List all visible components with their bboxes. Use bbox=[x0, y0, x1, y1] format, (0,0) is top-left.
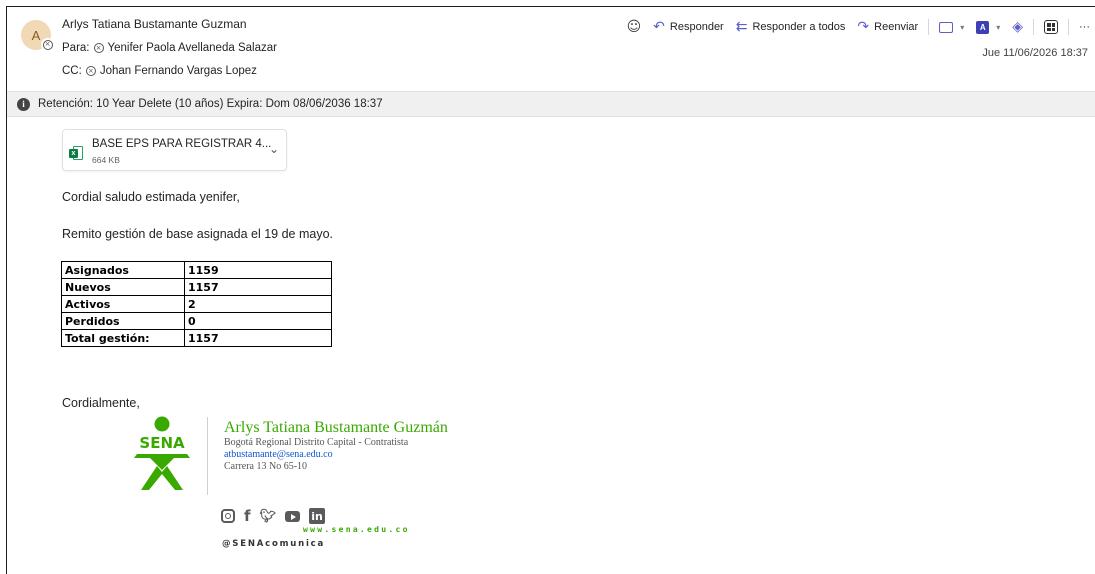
table-row: Perdidos 0 bbox=[61, 312, 332, 330]
share-window-icon bbox=[939, 21, 954, 33]
pdf-button[interactable]: A ▾ bbox=[970, 15, 1006, 39]
attachment-size: 664 KB bbox=[92, 155, 120, 165]
table-label-cell: Total gestión: bbox=[61, 329, 185, 347]
chevron-down-icon: ▾ bbox=[960, 22, 965, 32]
closing-text: Cordialmente, bbox=[62, 396, 140, 410]
table-label-cell: Activos bbox=[61, 295, 185, 313]
linkedin-icon[interactable]: in bbox=[309, 508, 326, 524]
forward-label: Reenviar bbox=[874, 21, 919, 33]
retention-bar: i Retención: 10 Year Delete (10 años) Ex… bbox=[7, 91, 1095, 117]
to-label: Para: bbox=[62, 42, 90, 54]
smiley-icon: ☺ bbox=[626, 19, 642, 35]
attachment-name: BASE EPS PARA REGISTRAR 4... bbox=[92, 138, 272, 150]
attachment-card[interactable]: x BASE EPS PARA REGISTRAR 4... 664 KB ⌄ bbox=[62, 129, 287, 171]
cc-label: CC: bbox=[62, 65, 82, 77]
signature-email-link[interactable]: atbustamante@sena.edu.co bbox=[224, 449, 333, 460]
forward-icon: ↷ bbox=[857, 19, 870, 35]
presence-badge: × bbox=[41, 38, 54, 51]
svg-text:SENA: SENA bbox=[139, 434, 185, 452]
loop-icon: ◈ bbox=[1012, 19, 1023, 35]
reply-button[interactable]: ↶ Responder bbox=[647, 15, 730, 39]
youtube-icon[interactable] bbox=[285, 510, 301, 522]
email-reading-pane: A × Arlys Tatiana Bustamante Guzman Para… bbox=[6, 6, 1095, 574]
signature-address: Carrera 13 No 65-10 bbox=[224, 461, 308, 472]
apps-grid-icon bbox=[1044, 20, 1058, 34]
social-links: f 🐦︎ in bbox=[221, 507, 326, 525]
excel-file-icon: x bbox=[69, 146, 83, 160]
forward-button[interactable]: ↷ Reenviar bbox=[851, 15, 924, 39]
cc-recipient[interactable]: Johan Fernando Vargas Lopez bbox=[100, 65, 257, 77]
cc-line: CC: × Johan Fernando Vargas Lopez bbox=[62, 65, 257, 77]
recipient-status-icon: × bbox=[93, 43, 104, 53]
table-row: Activos 2 bbox=[61, 295, 332, 313]
retention-text: Retención: 10 Year Delete (10 años) Expi… bbox=[38, 98, 383, 110]
status-unknown-icon: × bbox=[42, 39, 53, 50]
message-header: A × Arlys Tatiana Bustamante Guzman Para… bbox=[7, 7, 1095, 90]
signature-divider bbox=[207, 417, 208, 495]
info-icon: i bbox=[17, 97, 30, 111]
teams-share-button[interactable]: ▾ bbox=[933, 15, 970, 39]
more-actions-button[interactable]: ··· bbox=[1073, 15, 1095, 39]
table-value-cell: 1157 bbox=[184, 278, 332, 296]
reply-label: Responder bbox=[669, 21, 724, 33]
toolbar-divider bbox=[928, 19, 930, 35]
toolbar-divider bbox=[1033, 19, 1034, 35]
facebook-icon[interactable]: f bbox=[244, 507, 251, 525]
table-row: Asignados 1159 bbox=[61, 261, 332, 279]
signature-name: Arlys Tatiana Bustamante Guzmán bbox=[224, 419, 448, 436]
reply-icon: ↶ bbox=[653, 19, 665, 35]
reply-all-button[interactable]: ⇇ Responder a todos bbox=[730, 15, 852, 39]
email-signature: SENA Arlys Tatiana Bustamante Guzmán Bog… bbox=[127, 414, 527, 564]
pdf-icon: A bbox=[976, 20, 990, 34]
signature-website[interactable]: www.sena.edu.co bbox=[303, 525, 410, 534]
sender-name[interactable]: Arlys Tatiana Bustamante Guzman bbox=[62, 17, 247, 31]
greeting-text: Cordial saludo estimada yenifer, bbox=[62, 190, 240, 204]
reply-all-icon: ⇇ bbox=[735, 19, 748, 35]
to-line: Para: × Yenifer Paola Avellaneda Salazar bbox=[62, 42, 277, 54]
table-row: Total gestión: 1157 bbox=[61, 329, 332, 347]
chevron-down-icon: ▾ bbox=[996, 22, 1001, 32]
body-paragraph: Remito gestión de base asignada el 19 de… bbox=[62, 227, 334, 241]
table-value-cell: 1157 bbox=[184, 329, 332, 347]
message-toolbar: ☺ ↶ Responder ⇇ Responder a todos ↷ Reen… bbox=[621, 15, 1095, 39]
table-row: Nuevos 1157 bbox=[61, 278, 332, 296]
message-date: Jue 11/06/2026 18:37 bbox=[982, 47, 1088, 59]
sena-logo: SENA bbox=[134, 416, 190, 490]
table-value-cell: 1159 bbox=[184, 261, 332, 279]
attachment-menu-chevron-icon[interactable]: ⌄ bbox=[269, 142, 279, 156]
instagram-icon[interactable] bbox=[221, 509, 235, 523]
toolbar-divider bbox=[1068, 19, 1069, 35]
table-label-cell: Nuevos bbox=[61, 278, 185, 296]
apps-button[interactable] bbox=[1038, 15, 1064, 39]
signature-role: Bogotá Regional Distrito Capital - Contr… bbox=[224, 437, 409, 448]
table-label-cell: Asignados bbox=[61, 261, 185, 279]
loop-button[interactable]: ◈ bbox=[1006, 15, 1029, 39]
table-value-cell: 0 bbox=[184, 312, 332, 330]
stats-table: Asignados 1159 Nuevos 1157 Activos 2 Perdidos 0… bbox=[61, 261, 332, 347]
reply-all-label: Responder a todos bbox=[752, 21, 846, 33]
twitter-icon[interactable]: 🐦︎ bbox=[260, 509, 277, 524]
table-value-cell: 2 bbox=[184, 295, 332, 313]
to-recipient[interactable]: Yenifer Paola Avellaneda Salazar bbox=[108, 42, 277, 54]
emoji-reaction-button[interactable]: ☺ bbox=[621, 15, 648, 39]
table-label-cell: Perdidos bbox=[61, 312, 185, 330]
more-icon: ··· bbox=[1079, 21, 1090, 33]
signature-handle: @SENAcomunica bbox=[222, 539, 326, 549]
cc-recipient-status-icon: × bbox=[85, 66, 96, 76]
